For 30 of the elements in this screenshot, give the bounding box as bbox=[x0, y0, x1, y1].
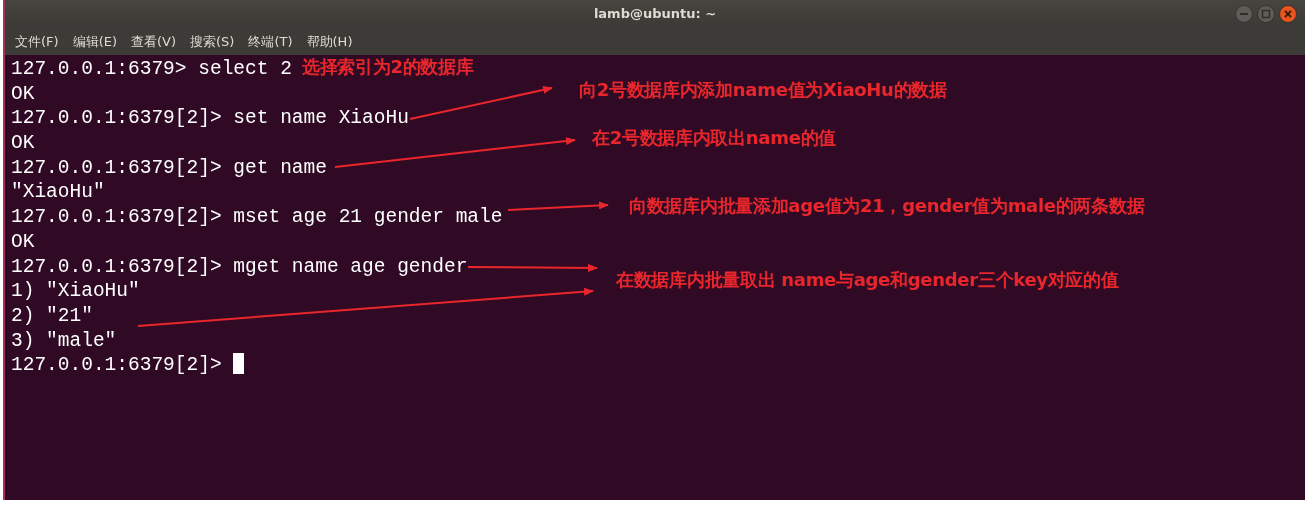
annotation-text: 向数据库内批量添加age值为21，gender值为male的两条数据 bbox=[629, 195, 1145, 217]
menu-item[interactable]: 终端(T) bbox=[248, 31, 293, 52]
annotation-text: 在2号数据库内取出name的值 bbox=[592, 127, 836, 149]
close-icon bbox=[1283, 9, 1293, 19]
terminal-line: OK bbox=[11, 230, 35, 253]
menu-item[interactable]: 搜索(S) bbox=[190, 31, 235, 52]
window-title: lamb@ubuntu: ~ bbox=[593, 5, 717, 24]
square-icon bbox=[1261, 9, 1271, 19]
annotation-text: 向2号数据库内添加name值为XiaoHu的数据 bbox=[579, 79, 947, 101]
terminal-line: OK bbox=[11, 132, 35, 155]
menu-item[interactable]: 查看(V) bbox=[131, 31, 177, 52]
terminal-line: 127.0.0.1:6379[2]> bbox=[11, 354, 223, 377]
terminal-line: 127.0.0.1:6379[2]> mget name age gender bbox=[11, 255, 468, 278]
menu-item[interactable]: 帮助(H) bbox=[306, 31, 353, 52]
terminal-line: "XiaoHu" bbox=[11, 181, 105, 204]
minimize-button[interactable] bbox=[1235, 5, 1253, 23]
close-button[interactable] bbox=[1279, 5, 1297, 23]
terminal-line: 127.0.0.1:6379[2]> set name XiaoHu bbox=[11, 107, 409, 130]
terminal-line: OK bbox=[11, 82, 35, 105]
menu-item[interactable]: 文件(F) bbox=[15, 31, 59, 52]
terminal-line: 1) "XiaoHu" bbox=[11, 280, 140, 303]
annotation-text: 选择索引为2的数据库 bbox=[302, 56, 474, 78]
menu-item[interactable]: 编辑(E) bbox=[72, 31, 117, 52]
annotation-text: 在数据库内批量取出 name与age和gender三个key对应的值 bbox=[616, 269, 1119, 291]
terminal-line: 2) "21" bbox=[11, 304, 93, 327]
maximize-button[interactable] bbox=[1257, 5, 1275, 23]
terminal-line: 3) "male" bbox=[11, 329, 117, 352]
terminal-line: 127.0.0.1:6379> select 2 bbox=[11, 58, 292, 80]
terminal-line: 127.0.0.1:6379[2]> get name bbox=[11, 156, 327, 179]
terminal-line: 127.0.0.1:6379[2]> mset age 21 gender male bbox=[11, 206, 503, 229]
